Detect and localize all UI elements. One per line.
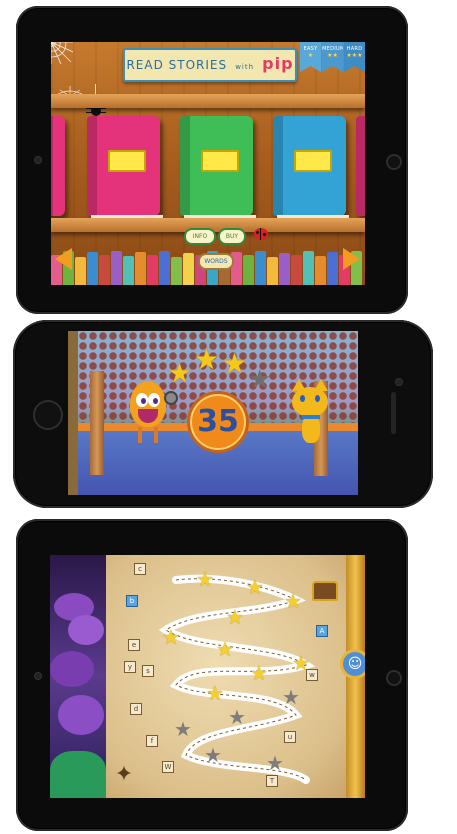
locked-star-icon[interactable]: ★ xyxy=(228,705,246,729)
letter-tile[interactable]: W xyxy=(162,761,174,773)
book-shelf-screen: READ STORIES with pip EASY ★ MEDIUM ★★ H… xyxy=(51,42,365,285)
level-star-icon[interactable]: ★ xyxy=(246,575,264,599)
letter-tile[interactable]: b xyxy=(126,595,138,607)
home-button[interactable] xyxy=(33,400,63,430)
next-arrow-icon[interactable] xyxy=(343,248,360,270)
home-button[interactable] xyxy=(386,670,402,686)
level-star-icon[interactable]: ★ xyxy=(206,681,224,705)
ladybug-icon[interactable] xyxy=(254,228,268,240)
reading-game-screen: ★ ★ ★ ★ 35 xyxy=(68,331,358,495)
level-star-icon[interactable]: ★ xyxy=(226,605,244,629)
score-value: 35 xyxy=(197,404,239,439)
book-label xyxy=(201,150,239,172)
locked-star-icon[interactable]: ★ xyxy=(266,751,284,775)
star-icon: ★★★ xyxy=(346,52,363,59)
story-book-2[interactable] xyxy=(180,116,256,221)
letter-tile[interactable]: e xyxy=(128,639,140,651)
previous-arrow-icon[interactable] xyxy=(55,248,72,270)
words-button[interactable]: WORDS xyxy=(198,253,234,270)
app-title-banner: READ STORIES with pip xyxy=(123,48,297,82)
level-star-icon[interactable]: ★ xyxy=(196,567,214,591)
letter-tile[interactable]: d xyxy=(130,703,142,715)
buy-button[interactable]: BUY xyxy=(218,228,246,245)
letter-tile[interactable]: w xyxy=(306,669,318,681)
earpiece-slot xyxy=(391,392,396,434)
pip-monster-character[interactable] xyxy=(124,381,178,443)
front-camera xyxy=(395,378,403,386)
locked-star-icon[interactable]: ★ xyxy=(174,717,192,741)
gold-star-icon: ★ xyxy=(194,343,220,376)
letter-tile[interactable]: s xyxy=(142,665,154,677)
info-button[interactable]: INFO xyxy=(184,228,216,245)
score-badge: 35 xyxy=(187,391,249,453)
locked-star-icon[interactable]: ★ xyxy=(204,743,222,767)
compass-rose-icon: ✦ xyxy=(114,762,134,787)
level-map: ★ ★ ★ ★ ★ ★ ★ ★ ★ ★ ★ ★ ★ ★ c b A e y s … xyxy=(106,555,350,798)
letter-tile[interactable]: u xyxy=(284,731,296,743)
locked-star-icon[interactable]: ★ xyxy=(282,685,300,709)
title-text: READ STORIES xyxy=(126,58,228,72)
book-label xyxy=(294,150,332,172)
level-star-icon[interactable]: ★ xyxy=(216,637,234,661)
story-book-1[interactable] xyxy=(87,116,163,221)
gold-star-icon: ★ xyxy=(168,359,192,389)
letter-tile[interactable]: y xyxy=(124,661,136,673)
level-star-icon[interactable]: ★ xyxy=(162,625,180,649)
home-button[interactable] xyxy=(386,154,402,170)
story-book-right-edge[interactable] xyxy=(356,116,365,216)
tree-trunk xyxy=(90,371,104,475)
level-map-screen: ★ ★ ★ ★ ★ ★ ★ ★ ★ ★ ★ ★ ★ ★ c b A e y s … xyxy=(50,555,365,798)
letter-tile[interactable]: T xyxy=(266,775,278,787)
star-icon: ★ xyxy=(307,52,314,59)
treasure-chest-icon[interactable] xyxy=(312,581,338,601)
cobweb-icon xyxy=(51,42,73,64)
gray-star-icon: ★ xyxy=(248,365,272,395)
letter-tile[interactable]: A xyxy=(316,625,328,637)
top-shelf xyxy=(51,94,365,108)
story-book-3[interactable] xyxy=(273,116,349,221)
level-star-icon[interactable]: ★ xyxy=(250,661,268,685)
title-with: with xyxy=(235,63,255,71)
map-menu-button[interactable]: ☺ xyxy=(340,649,365,679)
cat-character[interactable] xyxy=(288,379,334,445)
front-camera xyxy=(34,156,42,164)
letter-tile[interactable]: f xyxy=(146,735,158,747)
brand-logo: pip xyxy=(262,54,294,73)
book-label xyxy=(108,150,146,172)
story-book-left-edge[interactable] xyxy=(51,116,65,216)
gold-star-icon: ★ xyxy=(222,347,248,380)
front-camera xyxy=(34,672,42,680)
level-star-icon[interactable]: ★ xyxy=(284,589,302,613)
letter-tile[interactable]: c xyxy=(134,563,146,575)
star-icon: ★★ xyxy=(327,52,338,59)
